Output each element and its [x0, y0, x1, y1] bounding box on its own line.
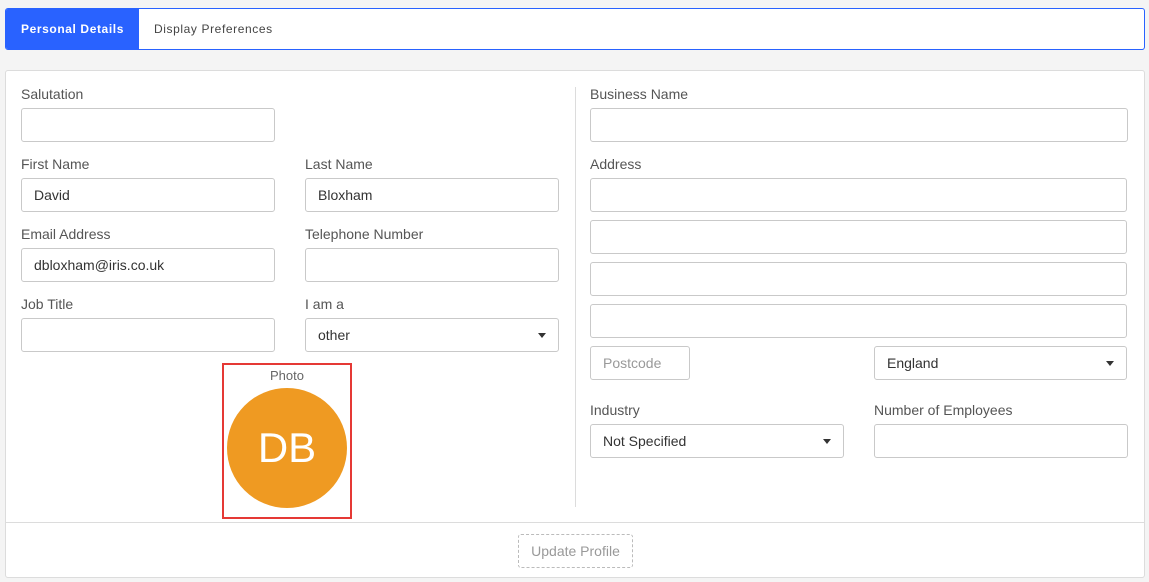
country-select[interactable]: England — [874, 346, 1127, 380]
column-divider — [575, 87, 576, 507]
tab-display-preferences[interactable]: Display Preferences — [139, 9, 288, 49]
i-am-a-label: I am a — [305, 296, 344, 312]
first-name-label: First Name — [21, 156, 90, 172]
employees-input[interactable] — [874, 424, 1128, 458]
avatar[interactable]: DB — [227, 388, 347, 508]
i-am-a-value: other — [318, 327, 350, 343]
job-title-input[interactable] — [21, 318, 275, 352]
first-name-input[interactable]: David — [21, 178, 275, 212]
last-name-label: Last Name — [305, 156, 373, 172]
update-profile-button[interactable]: Update Profile — [518, 534, 633, 568]
industry-label: Industry — [590, 402, 640, 418]
photo-label: Photo — [270, 368, 304, 383]
business-name-label: Business Name — [590, 86, 689, 102]
address-label: Address — [590, 156, 642, 172]
job-title-label: Job Title — [21, 296, 74, 312]
chevron-down-icon — [823, 438, 831, 444]
address-line-2-input[interactable] — [590, 220, 1127, 254]
address-line-1-input[interactable] — [590, 178, 1127, 212]
telephone-label: Telephone Number — [305, 226, 424, 242]
i-am-a-select[interactable]: other — [305, 318, 559, 352]
employees-label: Number of Employees — [874, 402, 1013, 418]
tab-bar: Personal Details Display Preferences — [5, 8, 1145, 50]
form-footer: Update Profile — [6, 522, 1144, 578]
address-line-4-input[interactable] — [590, 304, 1127, 338]
email-label: Email Address — [21, 226, 111, 242]
profile-form: Salutation First Name David Last Name Bl… — [5, 70, 1145, 578]
industry-select[interactable]: Not Specified — [590, 424, 844, 458]
salutation-input[interactable] — [21, 108, 275, 142]
chevron-down-icon — [538, 332, 546, 338]
salutation-label: Salutation — [21, 86, 84, 102]
photo-section: Photo DB — [222, 363, 352, 519]
tab-personal-details[interactable]: Personal Details — [6, 9, 139, 49]
industry-value: Not Specified — [603, 433, 687, 449]
email-input[interactable]: dbloxham@iris.co.uk — [21, 248, 275, 282]
telephone-input[interactable] — [305, 248, 559, 282]
last-name-input[interactable]: Bloxham — [305, 178, 559, 212]
chevron-down-icon — [1106, 360, 1114, 366]
address-line-3-input[interactable] — [590, 262, 1127, 296]
business-name-input[interactable] — [590, 108, 1128, 142]
postcode-input[interactable]: Postcode — [590, 346, 690, 380]
country-value: England — [887, 355, 939, 371]
